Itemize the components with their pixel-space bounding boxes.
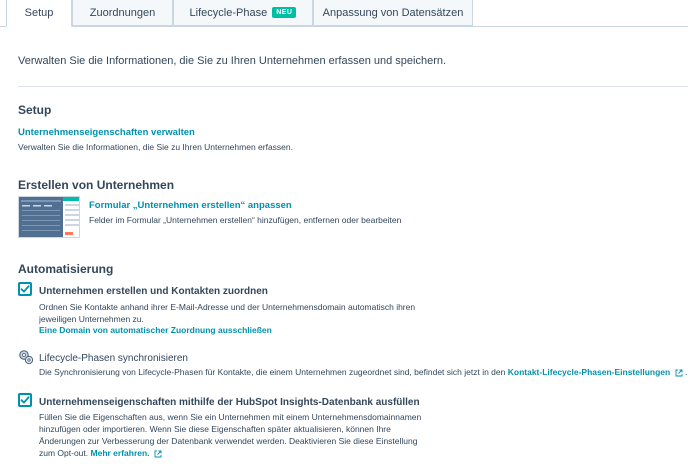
tab-anpassung-datensaetze[interactable]: Anpassung von Datensätzen xyxy=(313,0,473,26)
insights-desc-line2: hinzufügen oder importieren. Wenn Sie di… xyxy=(39,424,391,434)
auto-associate-desc-line1: Ordnen Sie Kontakte anhand ihrer E-Mail-… xyxy=(39,302,416,312)
tab-label: Zuordnungen xyxy=(89,6,156,19)
checkmark-icon xyxy=(20,285,30,293)
insights-desc-line4: zum Opt-out. Mehr erfahren. xyxy=(39,447,162,459)
insights-desc-line3: Änderungen zur Verbesserung der Datenban… xyxy=(39,436,418,446)
tab-label: Lifecycle-Phase xyxy=(189,6,268,19)
sync-lifecycle-desc: Die Synchronisierung von Lifecycle-Phase… xyxy=(39,366,687,378)
manage-properties-link[interactable]: Unternehmenseigenschaften verwalten xyxy=(18,127,195,138)
section-heading-automation: Automatisierung xyxy=(18,262,114,276)
exclude-domain-link[interactable]: Eine Domain von automatischer Zuordnung … xyxy=(39,325,272,335)
tab-setup[interactable]: Setup xyxy=(6,0,72,27)
sync-gears-icon xyxy=(18,349,34,365)
external-link-icon xyxy=(675,369,683,377)
tab-lifecycle-phase[interactable]: Lifecycle-Phase NEU xyxy=(173,0,313,26)
customize-create-form-link[interactable]: Formular „Unternehmen erstellen“ anpasse… xyxy=(89,200,292,211)
settings-tabs: Setup Zuordnungen Lifecycle-Phase NEU An… xyxy=(0,0,688,27)
contact-lifecycle-settings-link[interactable]: Kontakt-Lifecycle-Phasen-Einstellungen xyxy=(508,367,670,377)
section-heading-create: Erstellen von Unternehmen xyxy=(18,178,175,192)
insights-database-title: Unternehmenseigenschaften mithilfe der H… xyxy=(39,397,420,408)
external-link-icon xyxy=(154,450,162,458)
form-preview-thumbnail xyxy=(18,196,80,238)
intro-text: Verwalten Sie die Informationen, die Sie… xyxy=(18,55,447,67)
create-form-description: Felder im Formular „Unternehmen erstelle… xyxy=(89,215,402,225)
checkmark-icon xyxy=(20,396,30,404)
learn-more-link[interactable]: Mehr erfahren. xyxy=(91,448,150,458)
section-heading-setup: Setup xyxy=(18,103,52,117)
insights-database-checkbox[interactable] xyxy=(18,393,32,407)
auto-associate-title: Unternehmen erstellen und Kontakten zuor… xyxy=(39,286,268,297)
insights-desc-line1: Füllen Sie die Eigenschaften aus, wenn S… xyxy=(39,412,422,422)
sync-lifecycle-desc-text: Die Synchronisierung von Lifecycle-Phase… xyxy=(39,367,506,377)
divider xyxy=(18,86,688,87)
new-badge: NEU xyxy=(272,7,297,18)
sync-lifecycle-title: Lifecycle-Phasen synchronisieren xyxy=(39,353,188,364)
tab-zuordnungen[interactable]: Zuordnungen xyxy=(72,0,173,26)
setup-description: Verwalten Sie die Informationen, die Sie… xyxy=(18,142,293,152)
tab-label: Anpassung von Datensätzen xyxy=(322,6,464,19)
auto-associate-checkbox[interactable] xyxy=(18,282,32,296)
auto-associate-desc-line2: jeweiligen Unternehmen zu. xyxy=(39,314,144,324)
insights-desc-line4-text: zum Opt-out. xyxy=(39,448,89,458)
tab-label: Setup xyxy=(24,7,54,19)
period: . xyxy=(684,367,688,377)
